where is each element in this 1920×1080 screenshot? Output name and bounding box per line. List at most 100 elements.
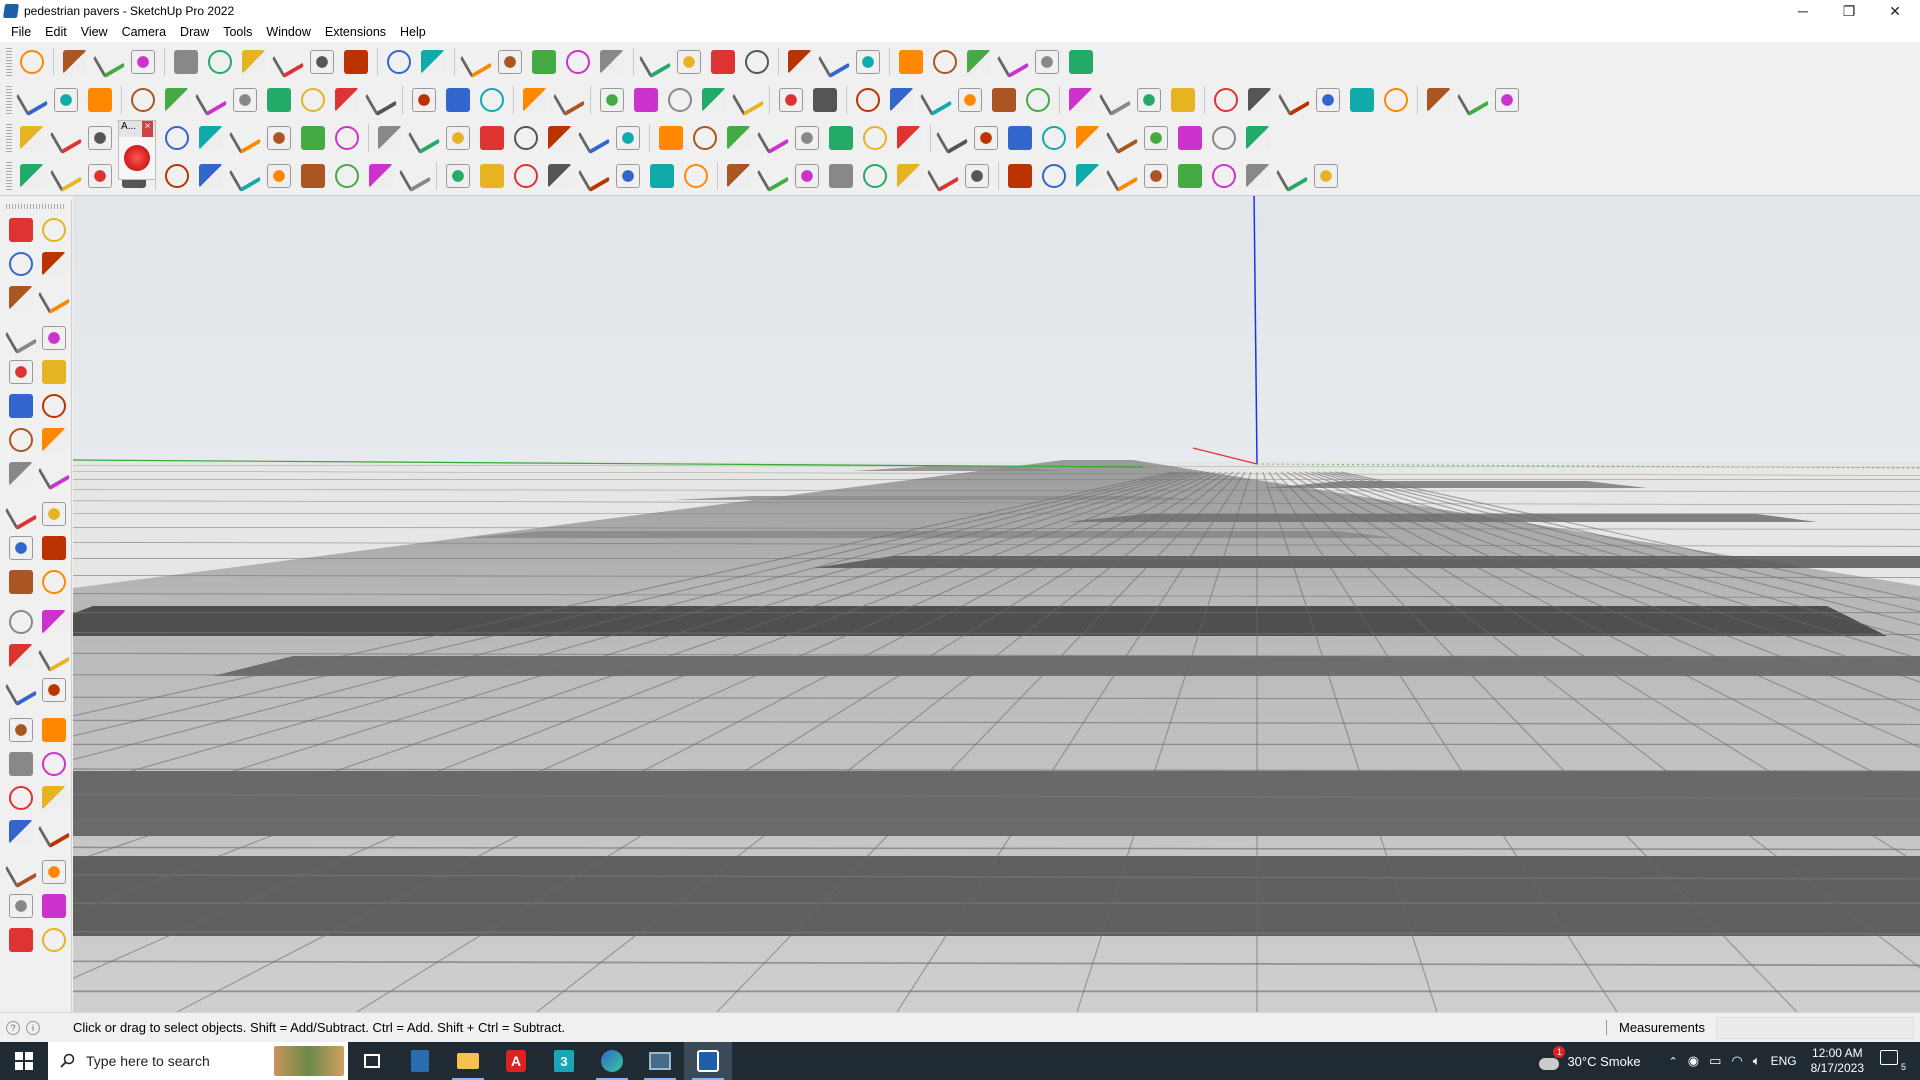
toolbar-button-row4-33[interactable] [1139, 159, 1173, 193]
toolbar-button-row4-11[interactable] [364, 159, 398, 193]
toolbar-button-row4-14[interactable] [475, 159, 509, 193]
taskbar-app-explorer[interactable] [444, 1042, 492, 1080]
toolbar-button-row4-34[interactable] [1173, 159, 1207, 193]
toolbar-button-row3-31[interactable] [1071, 121, 1105, 155]
toolbar-button-row1-5[interactable] [169, 45, 203, 79]
floating-toolbar[interactable]: A... × [118, 120, 156, 180]
line-tool-button[interactable] [4, 321, 38, 355]
toolbar-button-row3-2[interactable] [49, 121, 83, 155]
wifi-icon[interactable]: ◠ [1731, 1053, 1742, 1069]
paint-bucket-tool-button[interactable] [4, 247, 38, 281]
toolbar-button-row2-23[interactable] [808, 83, 842, 117]
previous-tool-button[interactable] [38, 781, 72, 815]
taskbar-app-calculator[interactable] [396, 1042, 444, 1080]
zoom-window-tool-button[interactable] [38, 747, 72, 781]
toolbar-button-row3-29[interactable] [1003, 121, 1037, 155]
toolbar-button-row3-36[interactable] [1241, 121, 1275, 155]
section-plane-tool-button[interactable] [38, 855, 72, 889]
weather-icon[interactable]: 1 [1539, 1046, 1566, 1072]
toolbar-button-row3-18[interactable] [611, 121, 645, 155]
protractor-tool-button[interactable] [4, 639, 38, 673]
taskbar-app-sketchup[interactable] [684, 1042, 732, 1080]
toolbar-button-row3-13[interactable] [441, 121, 475, 155]
toolbar-button-row3-10[interactable] [330, 121, 364, 155]
look-around-tool-button[interactable] [37, 815, 72, 849]
menu-draw[interactable]: Draw [173, 25, 216, 39]
toolbar-button-row1-10[interactable] [339, 45, 373, 79]
toolbar-button-row2-26[interactable] [919, 83, 953, 117]
toolbar-button-row3-22[interactable] [756, 121, 790, 155]
toolbar-button-row2-35[interactable] [1243, 83, 1277, 117]
text-tool-button[interactable] [37, 639, 72, 673]
toolbar-button-row1-16[interactable] [561, 45, 595, 79]
taskbar-app-snipping[interactable] [636, 1042, 684, 1080]
toolbar-button-row3-16[interactable] [543, 121, 577, 155]
solid-tools-tool-button[interactable] [4, 889, 38, 923]
toolbar-button-row2-10[interactable] [330, 83, 364, 117]
toolbar-button-row3-11[interactable] [373, 121, 407, 155]
toolbar-button-row2-22[interactable] [774, 83, 808, 117]
toolbar-button-row2-17[interactable] [595, 83, 629, 117]
toolbar-button-row1-9[interactable] [305, 45, 339, 79]
toolbar-button-row3-32[interactable] [1105, 121, 1139, 155]
toolbar-button-row2-5[interactable] [160, 83, 194, 117]
toolbar-button-row4-24[interactable] [824, 159, 858, 193]
toolbar-button-row1-4[interactable] [126, 45, 160, 79]
start-button[interactable] [0, 1042, 48, 1080]
toolbar-button-row1-13[interactable] [459, 45, 493, 79]
toolbar-grip[interactable] [6, 162, 12, 190]
toolbar-button-row2-13[interactable] [441, 83, 475, 117]
toolbar-button-row1-26[interactable] [928, 45, 962, 79]
toolbar-button-row3-12[interactable] [407, 121, 441, 155]
toolbar-button-row2-25[interactable] [885, 83, 919, 117]
sandbox-tool-button[interactable] [38, 889, 72, 923]
toolbar-button-row4-26[interactable] [892, 159, 926, 193]
toolbar-button-row4-32[interactable] [1105, 159, 1139, 193]
menu-window[interactable]: Window [259, 25, 317, 39]
toolbar-button-row1-15[interactable] [527, 45, 561, 79]
display-icon[interactable]: ▭ [1709, 1053, 1721, 1069]
toolbar-button-row4-20[interactable] [679, 159, 713, 193]
toolbar-button-row4-35[interactable] [1207, 159, 1241, 193]
toolbar-button-row1-14[interactable] [493, 45, 527, 79]
toolbar-button-row3-20[interactable] [688, 121, 722, 155]
close-button[interactable]: ✕ [1872, 0, 1918, 22]
toolbar-button-row4-6[interactable] [194, 159, 228, 193]
toolbar-button-row2-28[interactable] [987, 83, 1021, 117]
record-icon[interactable]: ◉ [1688, 1053, 1699, 1069]
toolbar-button-row1-12[interactable] [416, 45, 450, 79]
toolbar-button-row1-6[interactable] [203, 45, 237, 79]
volume-icon[interactable]: 🔈︎ [1753, 1053, 1761, 1069]
toolbar-button-row4-27[interactable] [926, 159, 960, 193]
toolbar-button-row1-18[interactable] [638, 45, 672, 79]
rotate-tool-button[interactable] [4, 531, 38, 565]
toolbar-button-row2-34[interactable] [1209, 83, 1243, 117]
toolbar-button-row3-23[interactable] [790, 121, 824, 155]
toolbar-button-row4-21[interactable] [722, 159, 756, 193]
toolbar-button-row3-34[interactable] [1173, 121, 1207, 155]
toolbar-button-row1-2[interactable] [58, 45, 92, 79]
layers-tool-button[interactable] [4, 923, 38, 957]
zoom-tool-button[interactable] [4, 747, 38, 781]
eraser-tool-button[interactable] [38, 247, 72, 281]
toolbar-button-row1-25[interactable] [894, 45, 928, 79]
toolbar-button-row2-32[interactable] [1132, 83, 1166, 117]
toolbar-button-row3-35[interactable] [1207, 121, 1241, 155]
toolbar-button-row3-8[interactable] [262, 121, 296, 155]
toolbar-button-row4-7[interactable] [228, 159, 262, 193]
toolbar-button-row2-12[interactable] [407, 83, 441, 117]
push-pull-tool-button[interactable] [38, 497, 72, 531]
toolbar-button-row4-31[interactable] [1071, 159, 1105, 193]
two-point-arc-tool-button[interactable] [38, 423, 72, 457]
toolbar-button-row2-2[interactable] [49, 83, 83, 117]
select-tool-button[interactable] [4, 213, 38, 247]
toolbar-button-row2-14[interactable] [475, 83, 509, 117]
scale-tool-button[interactable] [4, 565, 38, 599]
toolbar-button-row4-17[interactable] [577, 159, 611, 193]
toolbar-button-row2-41[interactable] [1456, 83, 1490, 117]
toolbar-button-row4-23[interactable] [790, 159, 824, 193]
toolbar-button-row2-31[interactable] [1098, 83, 1132, 117]
toolbar-button-row4-16[interactable] [543, 159, 577, 193]
toolbar-button-row3-30[interactable] [1037, 121, 1071, 155]
toolbar-button-row4-13[interactable] [441, 159, 475, 193]
